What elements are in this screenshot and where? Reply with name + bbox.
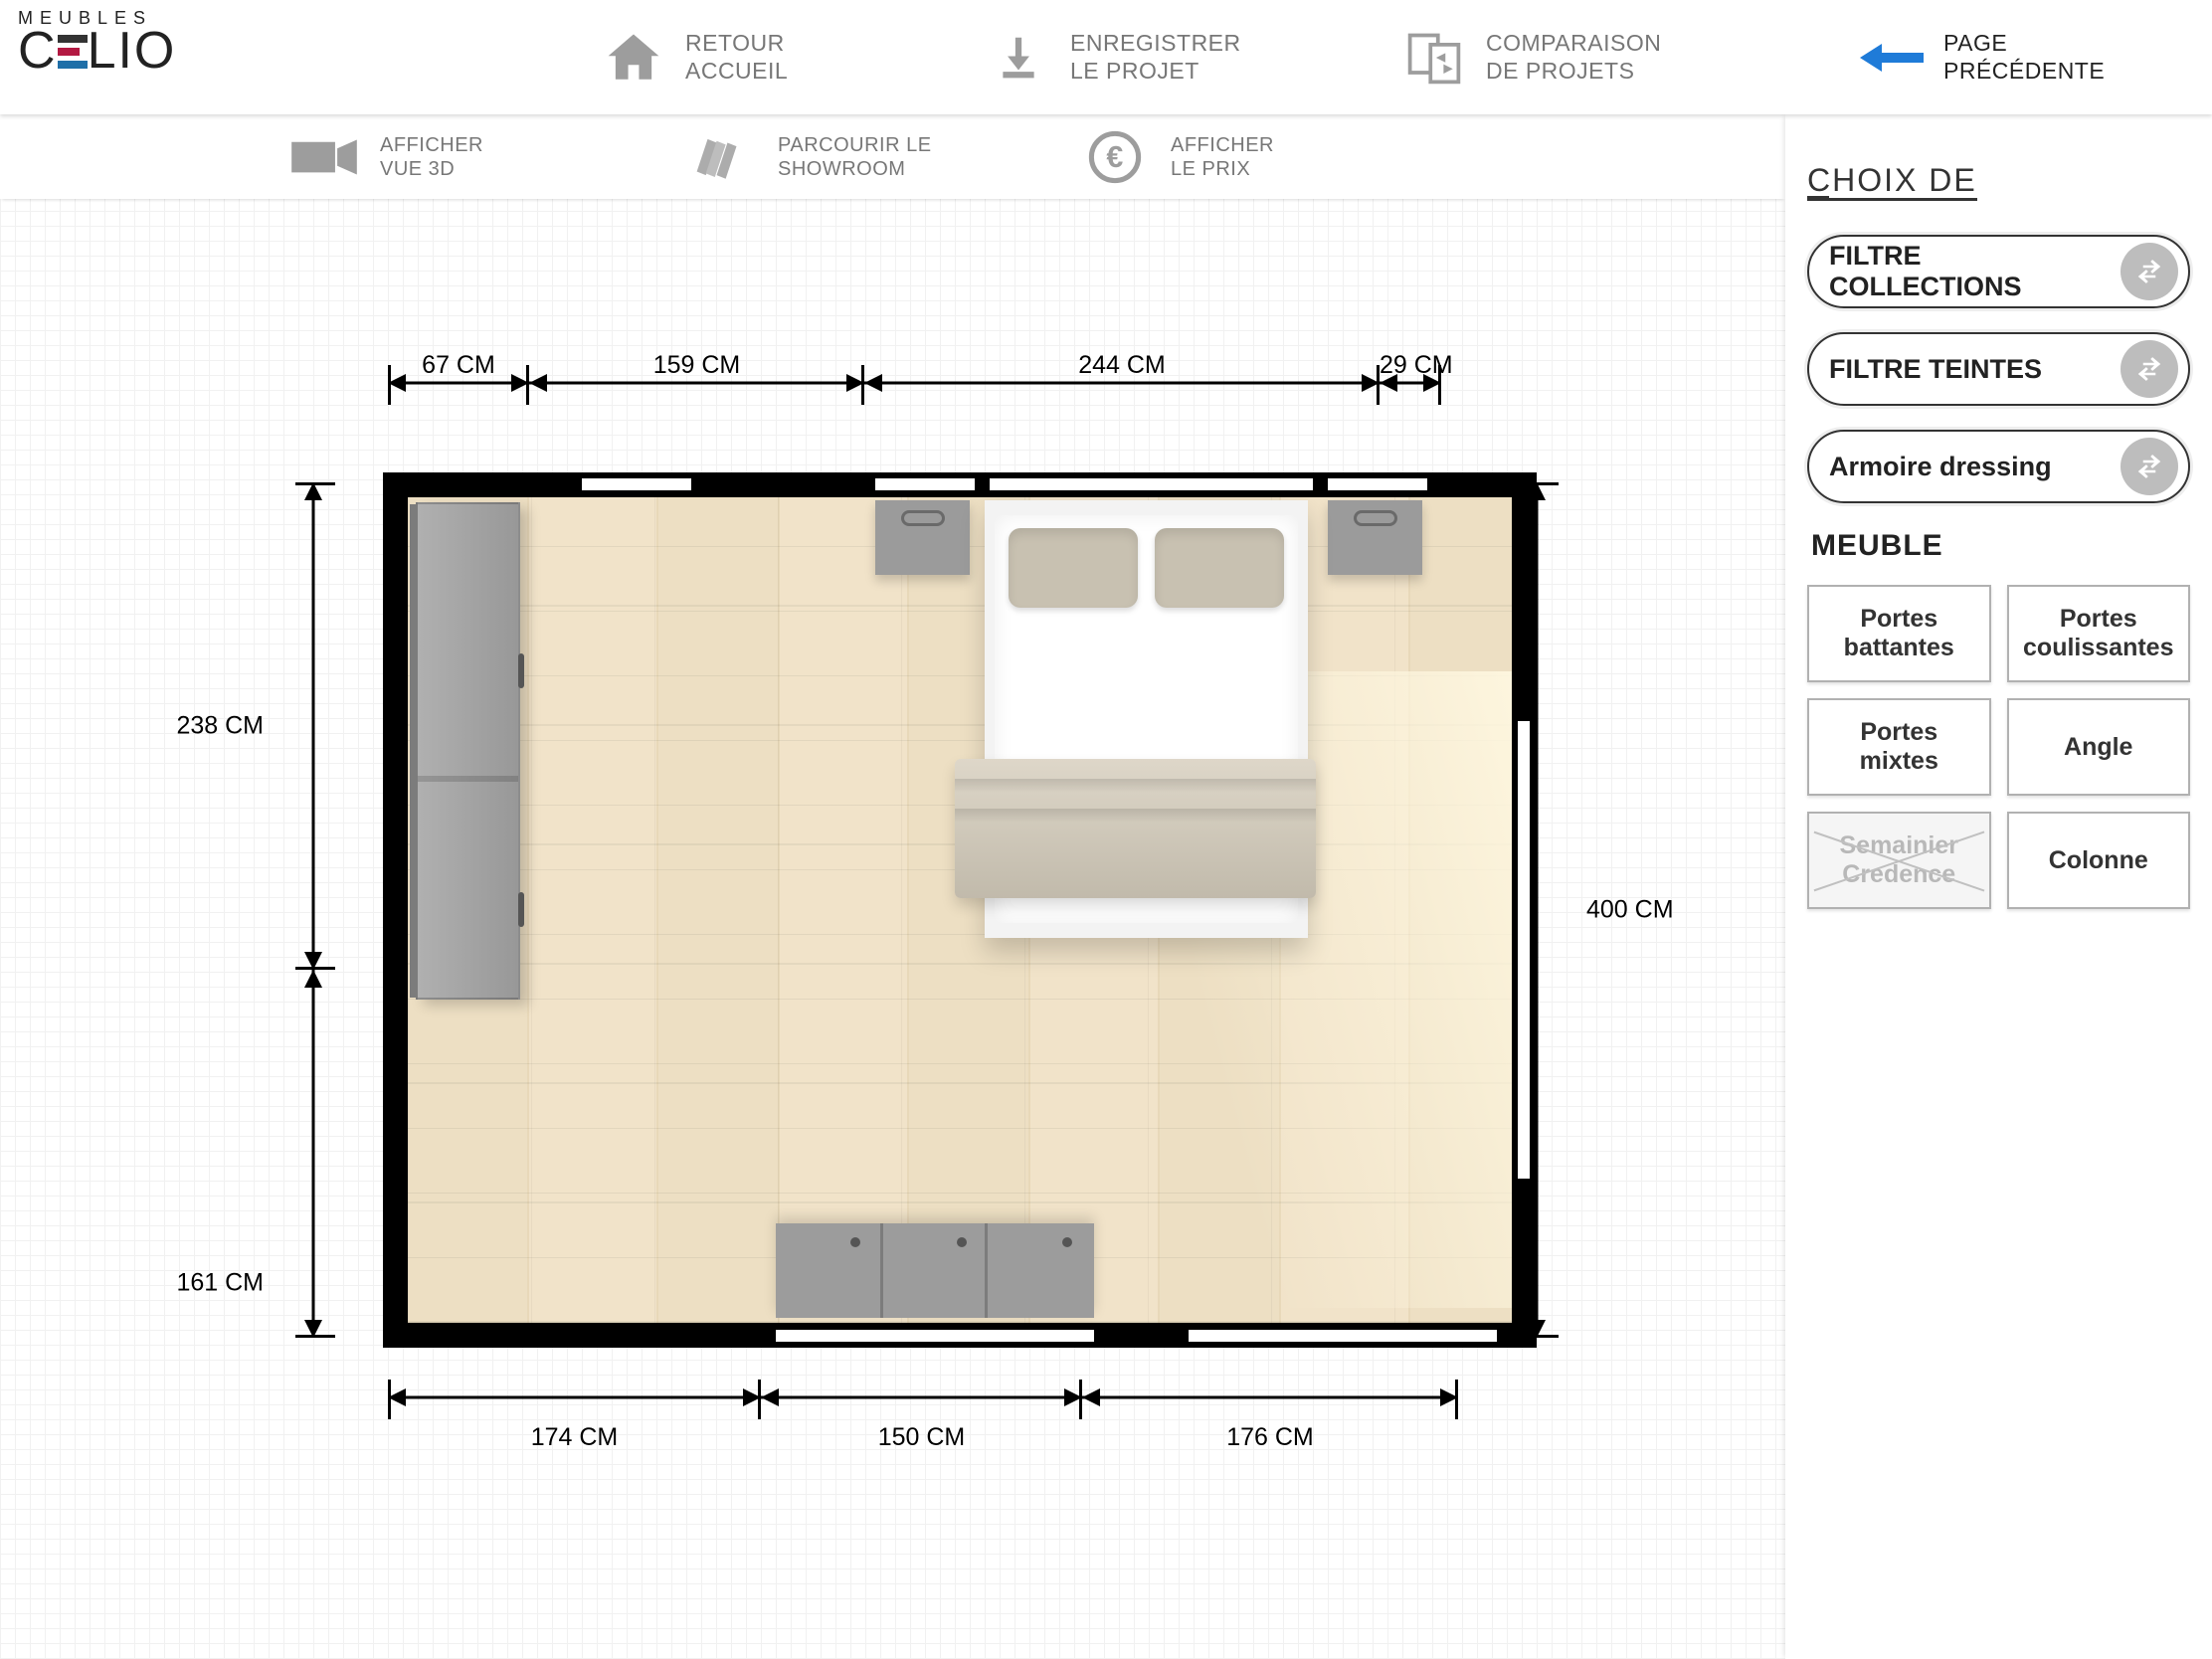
compare-projects-button[interactable]: COMPARAISON DE PROJETS [1402,0,1661,114]
swap-icon [2120,438,2178,495]
furniture-type-grid: Portes battantes Portes coulissantes Por… [1807,585,2190,909]
tile-semainier-disabled: Semainier Credence [1807,812,1991,909]
home-icon [602,26,665,90]
home-button[interactable]: RETOUR ACCUEIL [602,0,788,114]
svg-text:€: € [1106,141,1123,174]
brand-line2: CLIO [18,25,257,77]
camera-icon [288,131,360,183]
wall-right [1512,472,1537,1348]
view-toolbar: AFFICHER VUE 3D PARCOURIR LE SHOWROOM € … [0,114,1785,199]
filter-armoire-button[interactable]: Armoire dressing [1807,430,2190,503]
furniture-nightstand-right[interactable] [1328,500,1422,575]
furniture-wardrobe[interactable] [416,502,520,1000]
euro-icon: € [1079,131,1151,183]
arrow-left-icon [1860,26,1924,90]
filter-teintes-button[interactable]: FILTRE TEINTES [1807,332,2190,406]
furniture-bed[interactable] [985,500,1308,938]
furniture-sideboard[interactable] [776,1223,1094,1318]
floor [408,497,1512,1323]
wall-left [383,472,408,1348]
brand-flag-icon [58,30,88,70]
section-meuble-title: MEUBLE [1811,529,2190,563]
filter-collections-button[interactable]: FILTRE COLLECTIONS [1807,235,2190,308]
wall-top [383,472,1537,497]
tile-angle[interactable]: Angle [2007,698,2191,796]
tile-portes-coulissantes[interactable]: Portes coulissantes [2007,585,2191,682]
tile-colonne[interactable]: Colonne [2007,812,2191,909]
floorplan-canvas[interactable]: 67 CM 159 CM 244 CM 29 CM 238 CM 161 CM … [0,199,1785,1659]
tile-portes-mixtes[interactable]: Portes mixtes [1807,698,1991,796]
side-panel: CHOIX DE FILTRE COLLECTIONS FILTRE TEINT… [1785,114,2212,1659]
compare-icon [1402,26,1466,90]
view-3d-button[interactable]: AFFICHER VUE 3D [288,114,483,199]
side-panel-title: CHOIX DE [1807,162,1977,201]
catalog-icon [686,131,758,183]
brand-logo: MEUBLES CLIO [18,8,257,77]
show-price-button[interactable]: € AFFICHER LE PRIX [1079,114,1274,199]
swap-icon [2120,243,2178,300]
furniture-nightstand-left[interactable] [875,500,970,575]
swap-icon [2120,340,2178,398]
top-toolbar: MEUBLES CLIO RETOUR ACCUEIL ENREGISTRER … [0,0,2212,114]
room-plan[interactable] [383,472,1537,1348]
previous-page-button[interactable]: PAGE PRÉCÉDENTE [1860,0,2105,114]
browse-showroom-button[interactable]: PARCOURIR LE SHOWROOM [686,114,932,199]
tile-portes-battantes[interactable]: Portes battantes [1807,585,1991,682]
save-project-button[interactable]: ENREGISTRER LE PROJET [987,0,1241,114]
download-icon [987,26,1050,90]
